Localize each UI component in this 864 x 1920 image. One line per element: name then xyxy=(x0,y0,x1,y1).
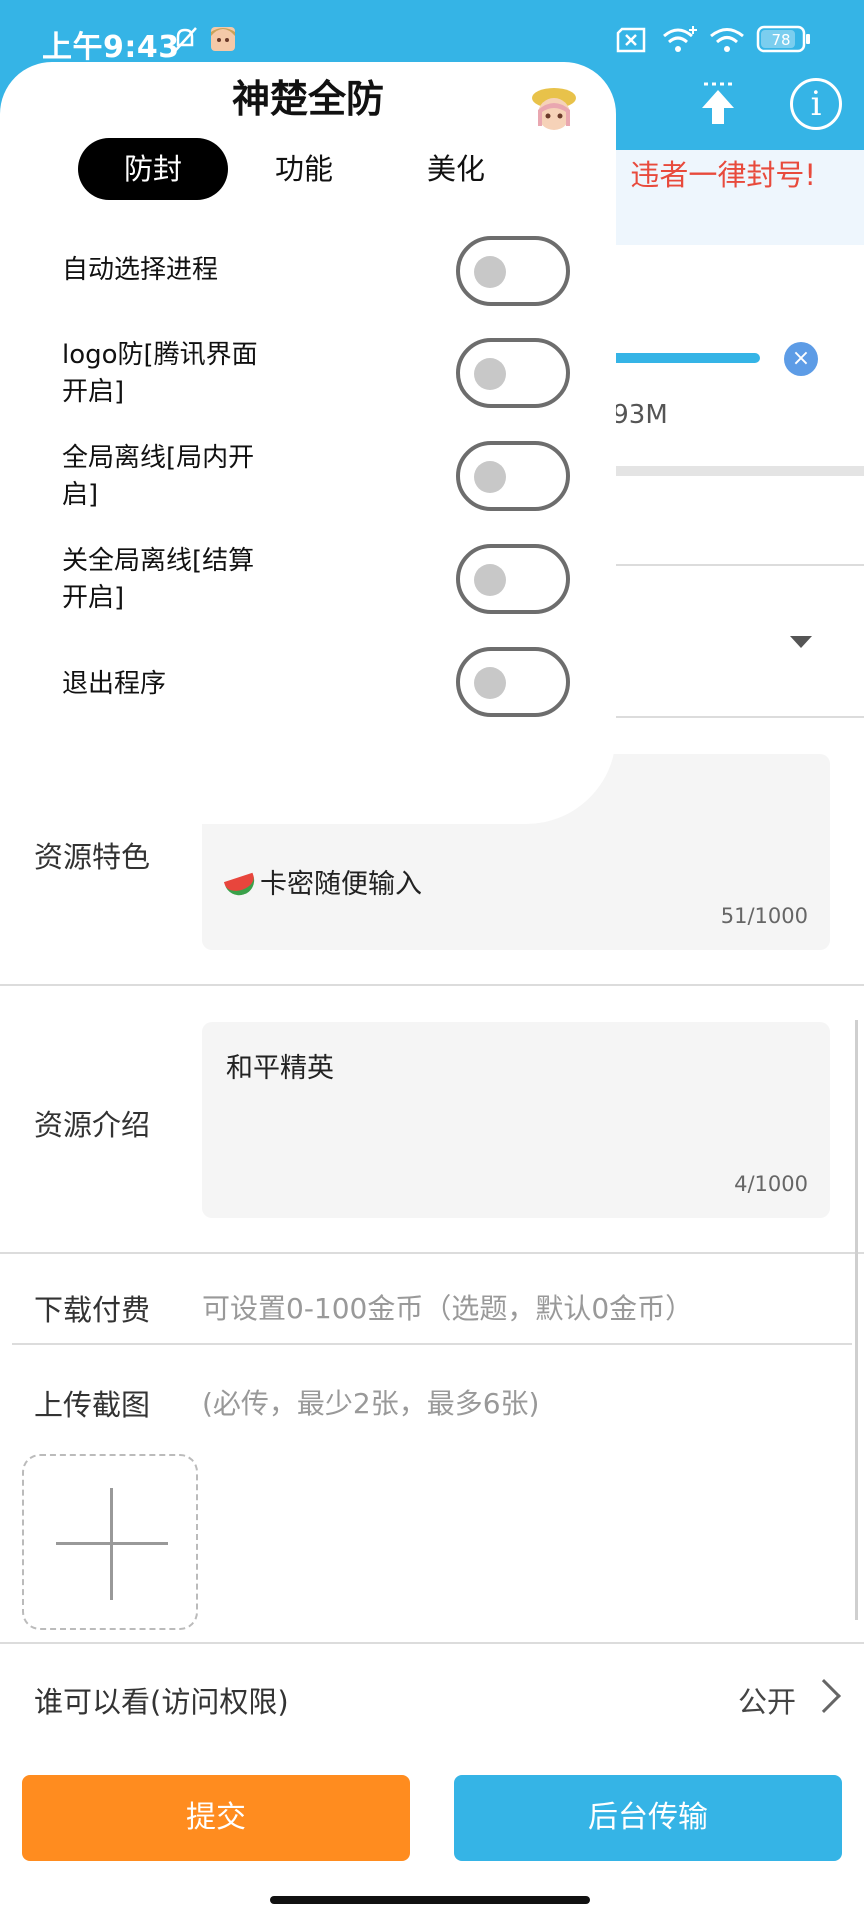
status-time: 上午9:43 xyxy=(42,30,180,65)
divider xyxy=(600,564,864,566)
screenshots-hint: (必传，最少2张，最多6张) xyxy=(202,1387,540,1420)
background-transfer-button[interactable]: 后台传输 xyxy=(454,1775,842,1861)
option-label: 退出程序 xyxy=(62,669,167,699)
fee-input[interactable]: 可设置0-100金币（选题，默认0金币） xyxy=(202,1287,693,1327)
submit-button[interactable]: 提交 xyxy=(22,1775,410,1861)
add-screenshot-button[interactable] xyxy=(22,1454,198,1630)
cancel-upload-icon[interactable]: × xyxy=(784,342,818,376)
intro-char-count: 4/1000 xyxy=(734,1172,808,1196)
toggle-auto-select-process[interactable] xyxy=(456,236,570,306)
option-label: 全局离线[局内开启] xyxy=(62,443,255,510)
wifi-plus-icon xyxy=(663,26,697,52)
features-label: 资源特色 xyxy=(34,840,151,874)
intro-textarea[interactable]: 和平精英 4/1000 xyxy=(202,1022,830,1218)
divider xyxy=(600,716,864,718)
divider xyxy=(12,1343,852,1345)
dropdown-arrow-icon[interactable] xyxy=(790,636,812,648)
divider xyxy=(0,1252,864,1254)
divider xyxy=(0,984,864,986)
permission-label: 谁可以看(访问权限) xyxy=(34,1685,289,1719)
scrollbar[interactable] xyxy=(855,1020,858,1620)
sim-off-icon xyxy=(616,27,646,53)
permission-value: 公开 xyxy=(738,1685,797,1719)
battery-icon: 78 xyxy=(756,25,810,53)
avatar-icon xyxy=(211,27,235,51)
tab-beautify[interactable]: 美化 xyxy=(396,138,516,200)
mute-icon xyxy=(174,27,197,52)
upload-progress-bar xyxy=(600,353,760,363)
home-indicator[interactable] xyxy=(270,1896,590,1904)
section-separator xyxy=(600,466,864,476)
screenshots-label: 上传截图 xyxy=(34,1388,151,1422)
tab-functions[interactable]: 功能 xyxy=(244,138,364,200)
divider xyxy=(0,1642,864,1644)
fee-label: 下载付费 xyxy=(34,1293,151,1327)
toggle-global-offline[interactable] xyxy=(456,441,570,511)
option-label: logo防[腾讯界面开启] xyxy=(62,340,258,407)
info-icon[interactable]: i xyxy=(790,78,842,130)
toggle-close-global-offline[interactable] xyxy=(456,544,570,614)
toggle-exit-program[interactable] xyxy=(456,647,570,717)
option-label: 自动选择进程 xyxy=(62,255,219,285)
intro-value: 和平精英 xyxy=(226,1053,334,1084)
watermelon-icon xyxy=(223,872,259,899)
upload-arrow-icon[interactable] xyxy=(690,78,746,134)
tab-anti-ban[interactable]: 防封 xyxy=(78,138,228,200)
panel-title: 神楚全防 xyxy=(231,77,384,121)
intro-label: 资源介绍 xyxy=(34,1108,151,1142)
battery-level: 78 xyxy=(771,31,790,49)
wifi-icon xyxy=(710,28,744,52)
features-char-count: 51/1000 xyxy=(720,904,808,928)
toggle-logo-protection[interactable] xyxy=(456,338,570,408)
chevron-right-icon xyxy=(807,1679,841,1713)
features-value: 卡密随便输入 xyxy=(260,869,422,900)
option-label: 关全局离线[结算开启] xyxy=(62,546,255,613)
avatar-icon[interactable] xyxy=(526,82,582,138)
notice-text: 违者一律封号! xyxy=(630,158,816,192)
floating-menu-panel[interactable]: 神楚全防 防封 功能 美化 自动选择进程 logo防[腾讯界面开启] 全局离线[… xyxy=(0,62,616,824)
